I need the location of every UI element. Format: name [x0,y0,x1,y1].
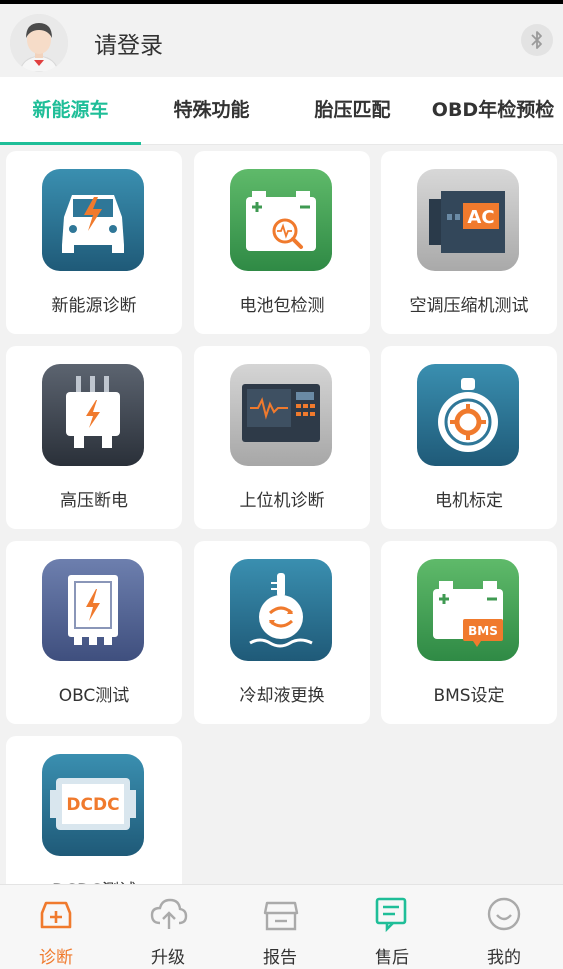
nav-label: 我的 [487,948,521,968]
user-avatar-icon [10,14,68,72]
user-avatar[interactable] [10,14,68,72]
svg-text:DCDC: DCDC [66,795,119,815]
status-bar [0,0,563,4]
function-obc-test[interactable]: OBC测试 [6,541,182,724]
nav-diagnosis[interactable]: 诊断 [0,885,112,969]
function-label: 空调压缩机测试 [409,296,529,316]
nav-report[interactable]: 报告 [224,885,336,969]
nav-after-sales[interactable]: 售后 [336,885,448,969]
svg-text:BMS: BMS [468,624,498,638]
nav-label: 售后 [375,948,409,968]
function-bms-settings[interactable]: BMS BMS设定 [381,541,557,724]
login-link[interactable]: 请登录 [94,26,163,60]
high-voltage-icon [42,364,144,466]
function-label: 电池包检测 [239,296,325,316]
battery-pack-icon [230,169,332,271]
function-host-diagnosis[interactable]: 上位机诊断 [194,346,370,529]
active-tab-indicator [0,142,141,145]
after-sales-icon [375,897,407,933]
cloud-upload-icon [150,898,188,929]
nav-label: 报告 [263,948,297,968]
tab-special-functions[interactable]: 特殊功能 [141,77,282,145]
function-label: OBC测试 [58,686,130,706]
function-new-energy-diagnosis[interactable]: 新能源诊断 [6,151,182,334]
tab-tpms[interactable]: 胎压匹配 [282,77,423,145]
function-label: BMS设定 [433,686,505,706]
nav-profile[interactable]: 我的 [448,885,560,969]
function-ac-compressor-test[interactable]: AC 空调压缩机测试 [381,151,557,334]
bms-icon: BMS [417,559,519,661]
function-label: 高压断电 [60,491,128,511]
ac-compressor-icon: AC [417,169,519,271]
motor-icon [417,364,519,466]
smile-icon [487,897,521,931]
function-label: 上位机诊断 [239,491,325,511]
nav-label: 升级 [151,948,185,968]
bluetooth-button[interactable] [521,24,553,56]
category-tabs: 新能源车 特殊功能 胎压匹配 OBD年检预检 [0,77,563,145]
function-label: 电机标定 [435,491,503,511]
diagnosis-icon [40,901,72,929]
function-high-voltage-cutoff[interactable]: 高压断电 [6,346,182,529]
nav-label: 诊断 [39,948,73,968]
function-coolant-change[interactable]: 冷却液更换 [194,541,370,724]
tab-new-energy[interactable]: 新能源车 [0,77,141,145]
ev-car-icon [42,169,144,271]
svg-text:AC: AC [467,207,494,228]
function-label: 冷却液更换 [239,686,325,706]
dcdc-icon: DCDC [42,754,144,856]
coolant-icon [230,559,332,661]
tab-obd-inspection[interactable]: OBD年检预检 [423,77,563,145]
bottom-navigation: 诊断 升级 报告 售后 我的 [0,884,563,969]
function-motor-calibration[interactable]: 电机标定 [381,346,557,529]
header: 请登录 [0,0,563,77]
bluetooth-icon [531,31,542,49]
report-icon [263,901,299,931]
obc-icon [42,559,144,661]
host-computer-icon [230,364,332,466]
nav-upgrade[interactable]: 升级 [112,885,224,969]
function-battery-pack-test[interactable]: 电池包检测 [194,151,370,334]
function-label: 新能源诊断 [51,296,137,316]
